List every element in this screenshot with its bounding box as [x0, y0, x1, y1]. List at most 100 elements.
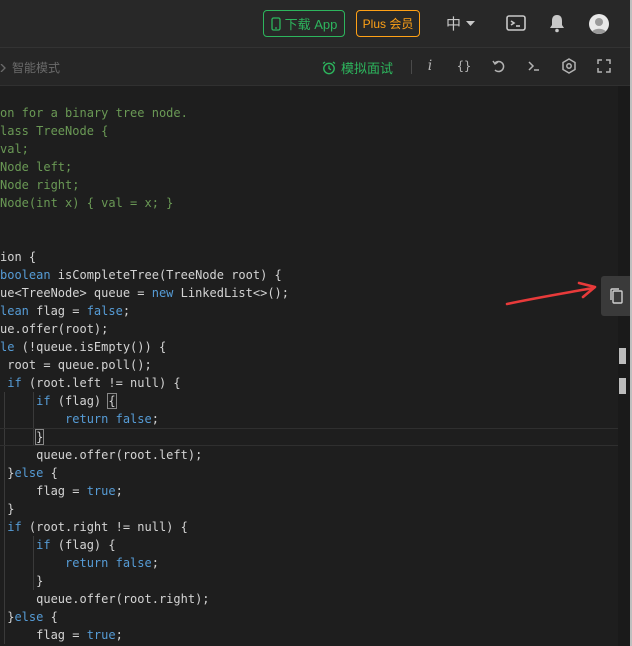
code-line: queue.offer(root.left);	[0, 446, 289, 464]
code-token: if	[7, 376, 22, 390]
avatar-icon	[591, 18, 607, 34]
code-line: le (!queue.isEmpty()) {	[0, 338, 289, 356]
code-token: ;	[151, 556, 159, 570]
code-token: if	[36, 538, 51, 552]
phone-icon	[270, 16, 281, 31]
toolbar-divider	[411, 60, 412, 74]
reset-icon[interactable]	[490, 57, 508, 75]
code-token: {	[107, 393, 117, 409]
code-line: return false;	[0, 554, 289, 572]
code-line: flag = true;	[0, 482, 289, 500]
code-token: false	[86, 304, 123, 318]
code-token: if	[36, 394, 51, 408]
code-token: (flag)	[50, 394, 109, 408]
code-editor[interactable]: on for a binary tree node. lass TreeNode …	[0, 86, 618, 646]
code-token: lean	[0, 304, 29, 318]
plus-membership-button[interactable]: Plus 会员	[356, 10, 420, 37]
code-token: (root.left != null) {	[21, 376, 181, 390]
terminal-icon[interactable]	[505, 12, 527, 34]
code-line: }else {	[0, 608, 289, 626]
code-token: true	[86, 484, 116, 498]
alarm-clock-icon	[322, 60, 336, 74]
download-app-label: 下载 App	[284, 17, 338, 32]
code-token: le	[0, 340, 15, 354]
language-label: 中	[446, 16, 462, 33]
code-token: queue.offer(root.right);	[0, 592, 210, 606]
code-token: root = queue.poll();	[0, 358, 152, 372]
code-token: LinkedList<>();	[173, 286, 289, 300]
code-token: flag =	[0, 484, 87, 498]
code-token: }	[0, 610, 15, 624]
code-line: Node(int x) { val = x; }	[0, 194, 289, 212]
code-token: lass TreeNode {	[0, 124, 109, 138]
code-token: else	[14, 466, 44, 480]
current-line-highlight	[0, 428, 618, 446]
chevron-right-icon	[0, 63, 6, 72]
code-line: ion {	[0, 248, 289, 266]
console-icon[interactable]	[525, 57, 543, 75]
settings-icon[interactable]	[560, 57, 578, 75]
code-token: ;	[151, 412, 159, 426]
code-token: ion {	[0, 250, 37, 264]
code-token: queue.offer(root.left);	[0, 448, 203, 462]
top-navbar: 下载 App Plus 会员 中	[0, 0, 632, 48]
code-line: boolean isCompleteTree(TreeNode root) {	[0, 266, 289, 284]
mock-interview-button[interactable]: 模拟面试	[322, 58, 393, 77]
code-token: }	[0, 502, 15, 516]
code-token: {	[43, 610, 58, 624]
code-token: }	[0, 574, 44, 588]
code-token: ue.offer(root);	[0, 322, 109, 336]
code-line: queue.offer(root.right);	[0, 590, 289, 608]
scrollbar-thumb-secondary[interactable]	[619, 378, 626, 394]
code-token: flag =	[28, 304, 87, 318]
editor-toolbar: 智能模式 模拟面试 i {}	[0, 48, 632, 86]
code-line: lean flag = false;	[0, 302, 289, 320]
code-token: return false	[65, 556, 152, 570]
code-token: }	[0, 466, 15, 480]
fullscreen-icon[interactable]	[595, 57, 613, 75]
code-token: ue<TreeNode> queue =	[0, 286, 152, 300]
code-line: on for a binary tree node.	[0, 104, 289, 122]
code-token: new	[151, 286, 174, 300]
code-line: root = queue.poll();	[0, 356, 289, 374]
info-icon[interactable]: i	[421, 57, 439, 75]
code-token: Node right;	[0, 178, 80, 192]
copy-code-button[interactable]	[601, 276, 631, 316]
code-token: (flag) {	[50, 538, 116, 552]
code-line: Node right;	[0, 176, 289, 194]
code-token: ;	[122, 304, 131, 318]
mode-label: 智能模式	[12, 61, 61, 75]
code-line: }	[0, 428, 618, 446]
code-token: val;	[0, 142, 29, 156]
code-line: if (flag) {	[0, 536, 289, 554]
code-token: Node(int x) { val = x; }	[0, 196, 174, 210]
code-token: isCompleteTree(TreeNode root) {	[50, 268, 282, 282]
scrollbar-thumb[interactable]	[619, 348, 626, 364]
bell-icon[interactable]	[546, 12, 568, 34]
code-line: }	[0, 500, 289, 518]
download-app-button[interactable]: 下载 App	[263, 10, 345, 37]
code-token: }	[35, 429, 45, 445]
code-line: if (flag) {	[0, 392, 289, 410]
mode-selector[interactable]: 智能模式	[0, 59, 60, 76]
code-line: if (root.left != null) {	[0, 374, 289, 392]
code-line: val;	[0, 140, 289, 158]
language-selector[interactable]: 中	[446, 13, 476, 34]
annotation-arrow	[505, 281, 597, 306]
code-line: Node left;	[0, 158, 289, 176]
code-token: (root.right != null) {	[21, 520, 188, 534]
code-token: {	[43, 466, 58, 480]
code-token: Node left;	[0, 160, 73, 174]
format-braces-icon[interactable]: {}	[455, 57, 473, 75]
code-token: on for a binary tree node.	[0, 106, 188, 120]
code-line: }	[0, 572, 289, 590]
avatar[interactable]	[589, 14, 609, 34]
code-token: ;	[115, 484, 123, 498]
code-token: (!queue.isEmpty()) {	[14, 340, 167, 354]
